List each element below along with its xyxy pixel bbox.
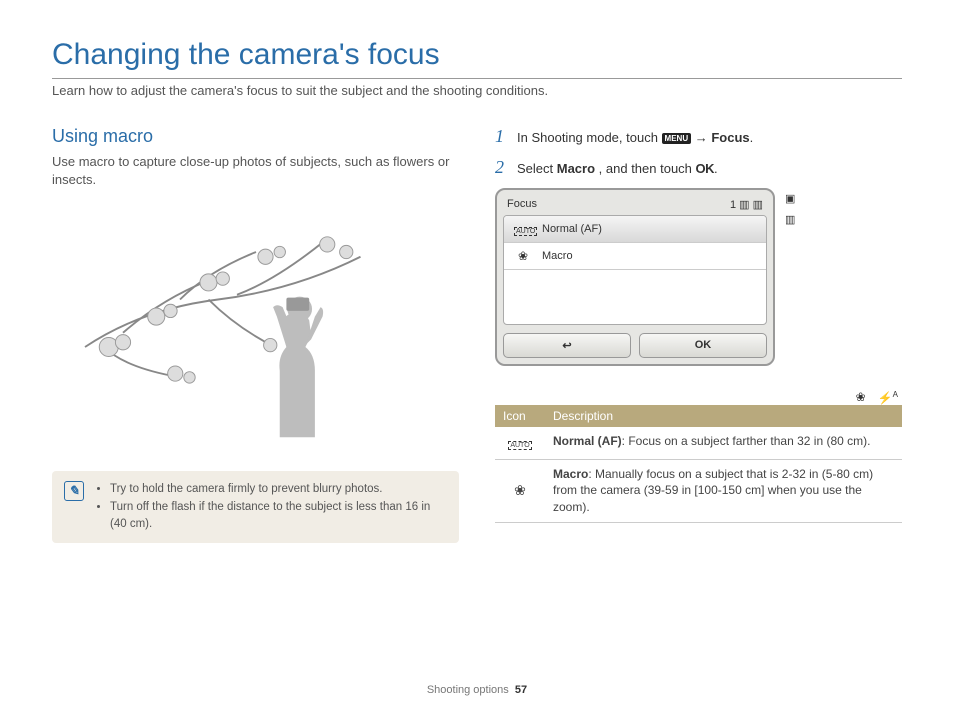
row-title: Macro (553, 467, 588, 481)
page-title: Changing the camera's focus (52, 38, 902, 72)
step-text: In Shooting mode, touch (517, 130, 662, 145)
screen-counter: 1 ▥ ▥ (730, 198, 763, 211)
step-text-bold: Macro (557, 161, 595, 176)
camera-screen: Focus 1 ▥ ▥ AUTO Normal (AF) ❀ Macro ↩ O… (495, 188, 775, 366)
left-column: Using macro Use macro to capture close-u… (52, 126, 459, 543)
flash-icon: ⚡A (878, 390, 898, 405)
focus-option-list: AUTO Normal (AF) ❀ Macro (503, 215, 767, 325)
right-column: 1 In Shooting mode, touch MENU → Focus. … (495, 126, 902, 543)
macro-flower-icon: ❀ (856, 390, 866, 405)
tip-item: Try to hold the camera firmly to prevent… (110, 481, 447, 498)
status-icon: ▥ (785, 213, 795, 226)
step-text: Select (517, 161, 557, 176)
step-1: 1 In Shooting mode, touch MENU → Focus. (495, 126, 902, 147)
macro-flower-icon: ❀ (495, 459, 545, 522)
icon-description-table: Icon Description AUTO Normal (AF): Focus… (495, 405, 902, 523)
page-footer: Shooting options 57 (0, 684, 954, 696)
focus-option-macro[interactable]: ❀ Macro (504, 243, 766, 270)
tip-item: Turn off the flash if the distance to th… (110, 499, 447, 534)
section-heading: Using macro (52, 126, 459, 147)
macro-flower-icon: ❀ (514, 249, 532, 263)
status-icon: ▣ (785, 192, 795, 205)
bottom-status-icons: ❀ ⚡A (495, 384, 902, 405)
macro-illustration (52, 203, 459, 453)
note-icon: ✎ (64, 481, 84, 501)
page-number: 57 (515, 684, 527, 696)
table-header-desc: Description (545, 405, 902, 427)
autofocus-icon: AUTO (514, 222, 532, 236)
row-text: : Focus on a subject farther than 32 in … (622, 434, 871, 448)
table-header-icon: Icon (495, 405, 545, 427)
tip-box: ✎ Try to hold the camera firmly to preve… (52, 471, 459, 543)
screen-title: Focus (507, 198, 537, 211)
side-status-icons: ▣ ▥ (785, 188, 795, 226)
step-text: , and then touch (599, 161, 696, 176)
menu-icon: MENU (662, 133, 692, 144)
focus-option-normal[interactable]: AUTO Normal (AF) (504, 216, 766, 243)
footer-section: Shooting options (427, 684, 509, 696)
back-button[interactable]: ↩ (503, 333, 631, 358)
step-number: 2 (495, 157, 509, 178)
page-subtitle: Learn how to adjust the camera's focus t… (52, 78, 902, 98)
table-row: ❀ Macro: Manually focus on a subject tha… (495, 459, 902, 522)
step-2: 2 Select Macro , and then touch OK. (495, 157, 902, 178)
autofocus-icon: AUTO (495, 427, 545, 459)
step-text-bold: Focus (711, 130, 749, 145)
table-row: AUTO Normal (AF): Focus on a subject far… (495, 427, 902, 459)
row-text: : Manually focus on a subject that is 2-… (553, 467, 873, 515)
ok-icon: OK (696, 161, 715, 176)
arrow-icon: → (695, 130, 712, 145)
ok-button[interactable]: OK (639, 333, 767, 358)
option-label: Macro (542, 250, 573, 262)
section-desc: Use macro to capture close-up photos of … (52, 153, 459, 189)
step-number: 1 (495, 126, 509, 147)
option-label: Normal (AF) (542, 223, 602, 235)
row-title: Normal (AF) (553, 434, 622, 448)
